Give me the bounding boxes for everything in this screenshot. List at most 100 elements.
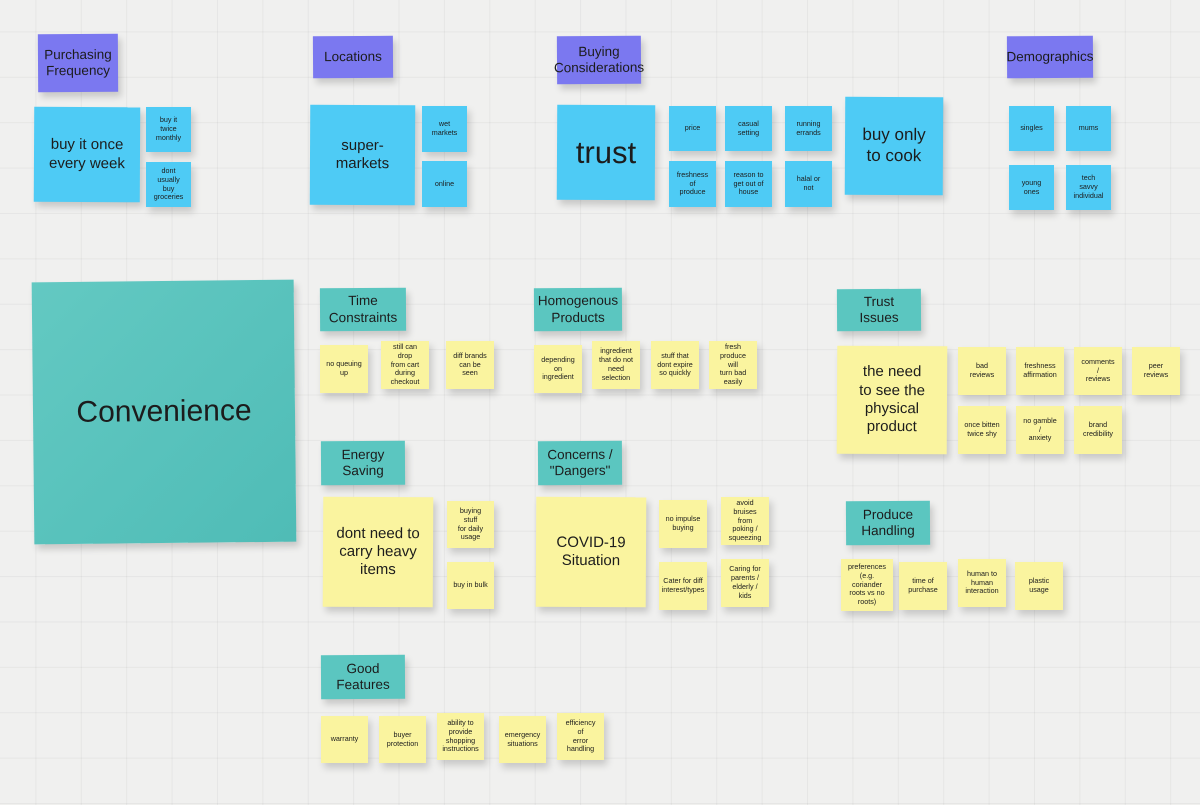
sticky-text: young ones (1021, 177, 1042, 196)
sticky-plastic-usage[interactable]: plastic usage (1015, 562, 1063, 610)
sticky-text: mums (1078, 123, 1099, 133)
sticky-text: Purchasing Frequency (44, 46, 112, 79)
sticky-once-bitten-twice-shy[interactable]: once bitten twice shy (958, 406, 1006, 454)
sticky-text: tech savvy individual (1073, 173, 1104, 200)
sticky-header-good-features[interactable]: Good Features (320, 654, 406, 700)
sticky-peer-reviews[interactable]: peer reviews (1132, 347, 1180, 395)
sticky-text: fresh produce will turn bad easily (719, 342, 747, 387)
sticky-buyer-protection[interactable]: buyer protection (379, 716, 426, 763)
sticky-dont-usually-buy-groceries[interactable]: dont usually buy groceries (146, 162, 191, 207)
sticky-text: Good Features (336, 660, 390, 693)
sticky-brand-credibility[interactable]: brand credibility (1074, 406, 1122, 454)
sticky-text: wet markets (431, 119, 458, 137)
sticky-bad-reviews[interactable]: bad reviews (958, 347, 1006, 395)
sticky-avoid-bruises-poking-squeezing[interactable]: avoid bruises from poking / squeezing (721, 497, 769, 545)
sticky-text: Time Constraints (328, 292, 398, 325)
sticky-buying-stuff-daily-usage[interactable]: buying stuff for daily usage (447, 501, 494, 548)
sticky-freshness-affirmation[interactable]: freshness affirmation (1016, 347, 1064, 395)
sticky-header-demographics[interactable]: Demographics (1006, 35, 1094, 79)
sticky-reason-to-get-out-of-house[interactable]: reason to get out of house (725, 161, 772, 207)
sticky-freshness-of-produce[interactable]: freshness of produce (669, 161, 716, 207)
sticky-text: peer reviews (1143, 361, 1169, 379)
sticky-mums[interactable]: mums (1066, 106, 1111, 151)
sticky-text: brand credibility (1083, 420, 1113, 438)
sticky-caring-for-parents-elderly-kids[interactable]: Caring for parents / elderly / kids (721, 559, 769, 607)
sticky-primary-buy-only-to-cook[interactable]: buy only to cook (844, 96, 944, 196)
sticky-depending-on-ingredient[interactable]: depending on ingredient (534, 345, 582, 393)
sticky-header-time-constraints[interactable]: Time Constraints (319, 287, 407, 332)
sticky-text: halal or not (796, 174, 821, 192)
sticky-still-can-drop-from-cart[interactable]: still can drop from cart during checkout (381, 341, 429, 389)
sticky-primary-need-to-see-physical-product[interactable]: the need to see the physical product (836, 345, 948, 455)
sticky-primary-trust[interactable]: trust (556, 104, 656, 201)
sticky-text: Convenience (76, 393, 252, 429)
sticky-online[interactable]: online (422, 161, 467, 207)
sticky-primary-supermarkets[interactable]: super- markets (309, 104, 416, 206)
sticky-comments-reviews[interactable]: comments / reviews (1074, 347, 1122, 395)
sticky-header-homogenous-products[interactable]: Homogenous Products (533, 287, 623, 332)
sticky-text: Trust Issues (859, 293, 899, 326)
sticky-text: plastic usage (1028, 576, 1050, 594)
sticky-diff-brands-can-be-seen[interactable]: diff brands can be seen (446, 341, 494, 389)
sticky-text: buy it twice monthly (155, 115, 182, 142)
sticky-no-impulse-buying[interactable]: no impulse buying (659, 500, 707, 548)
sticky-halal-or-not[interactable]: halal or not (785, 161, 832, 207)
sticky-text: price (684, 123, 701, 133)
sticky-running-errands[interactable]: running errands (785, 106, 832, 151)
sticky-text: time of purchase (908, 576, 938, 594)
sticky-theme-convenience[interactable]: Convenience (31, 279, 297, 545)
sticky-text: still can drop from cart during checkout (390, 342, 420, 387)
sticky-text: Demographics (1006, 48, 1094, 65)
sticky-buy-twice-monthly[interactable]: buy it twice monthly (146, 107, 191, 152)
sticky-young-ones[interactable]: young ones (1009, 165, 1054, 210)
sticky-text: Energy Saving (341, 446, 385, 479)
sticky-header-concerns-dangers[interactable]: Concerns / "Dangers" (537, 440, 623, 486)
sticky-ingredient-no-selection[interactable]: ingredient that do not need selection (592, 341, 640, 389)
sticky-preferences-coriander-roots[interactable]: preferences (e.g. coriander roots vs no … (841, 559, 893, 611)
sticky-header-buying-considerations[interactable]: Buying Considerations (553, 35, 645, 85)
sticky-singles[interactable]: singles (1009, 106, 1054, 151)
sticky-text: Locations (324, 48, 382, 64)
sticky-human-to-human-interaction[interactable]: human to human interaction (958, 559, 1006, 607)
sticky-warranty[interactable]: warranty (321, 716, 368, 763)
sticky-primary-covid-19-situation[interactable]: COVID-19 Situation (535, 496, 647, 608)
sticky-text: dont usually buy groceries (153, 165, 184, 202)
sticky-buy-in-bulk[interactable]: buy in bulk (447, 562, 494, 609)
sticky-header-locations[interactable]: Locations (312, 35, 394, 79)
sticky-primary-buy-once-week[interactable]: buy it once every week (33, 106, 141, 203)
sticky-text: once bitten twice shy (964, 420, 1000, 438)
sticky-tech-savvy-individual[interactable]: tech savvy individual (1066, 165, 1111, 210)
sticky-text: trust (575, 134, 637, 170)
sticky-fresh-produce-turn-bad[interactable]: fresh produce will turn bad easily (709, 341, 757, 389)
whiteboard-canvas[interactable]: Purchasing Frequency buy it once every w… (0, 0, 1200, 805)
sticky-text: COVID-19 Situation (556, 533, 626, 570)
sticky-text: buy only to cook (862, 125, 926, 166)
sticky-price[interactable]: price (669, 106, 716, 151)
sticky-header-produce-handling[interactable]: Produce Handling (845, 500, 931, 546)
sticky-text: casual setting (737, 118, 760, 137)
sticky-casual-setting[interactable]: casual setting (725, 106, 772, 151)
sticky-cater-for-diff-interest-types[interactable]: Cater for diff interest/types (659, 562, 707, 610)
sticky-text: dont need to carry heavy items (336, 524, 420, 579)
sticky-primary-dont-carry-heavy-items[interactable]: dont need to carry heavy items (322, 496, 434, 608)
sticky-header-purchasing-frequency[interactable]: Purchasing Frequency (37, 33, 119, 93)
sticky-text: Caring for parents / elderly / kids (729, 564, 761, 600)
sticky-wet-markets[interactable]: wet markets (422, 106, 467, 152)
sticky-ability-to-provide-shopping-instructions[interactable]: ability to provide shopping instructions (437, 713, 484, 760)
sticky-efficiency-of-error-handling[interactable]: efficiency of error handling (557, 713, 604, 760)
sticky-header-trust-issues[interactable]: Trust Issues (836, 288, 922, 332)
sticky-text: no gamble / anxiety (1023, 415, 1057, 443)
sticky-text: human to human interaction (965, 568, 999, 596)
sticky-text: emergency situations (504, 729, 541, 748)
sticky-no-queuing-up[interactable]: no queuing up (320, 345, 368, 393)
sticky-no-gamble-anxiety[interactable]: no gamble / anxiety (1016, 406, 1064, 454)
sticky-text: buyer protection (386, 729, 419, 748)
sticky-stuff-that-dont-expire[interactable]: stuff that dont expire so quickly (651, 341, 699, 389)
sticky-emergency-situations[interactable]: emergency situations (499, 716, 546, 763)
sticky-text: Homogenous Products (537, 292, 619, 325)
sticky-time-of-purchase[interactable]: time of purchase (899, 562, 947, 610)
sticky-text: Cater for diff interest/types (661, 576, 705, 594)
sticky-header-energy-saving[interactable]: Energy Saving (320, 440, 406, 486)
sticky-text: Buying Considerations (553, 43, 645, 76)
sticky-text: super- markets (335, 136, 390, 173)
